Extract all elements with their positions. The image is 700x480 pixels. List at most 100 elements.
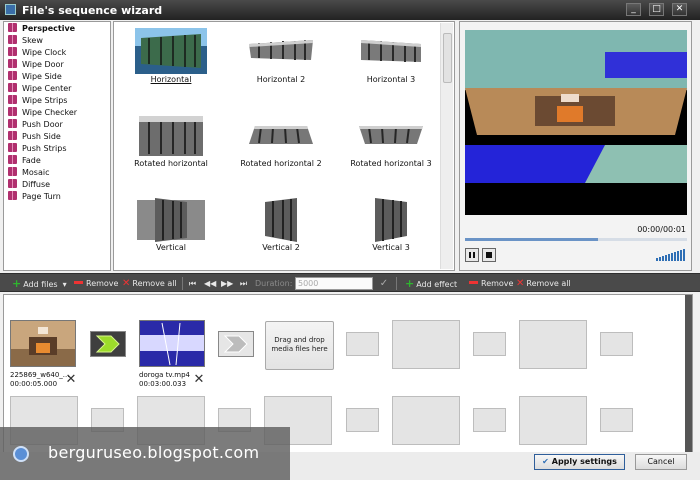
clip-duration: 00:03:00.033 — [139, 380, 187, 388]
plus-icon: + — [12, 277, 22, 290]
effect-item-wipe-strips[interactable]: Wipe Strips — [8, 95, 67, 107]
thumbnail-horizontal-2[interactable]: Horizontal 2 — [226, 22, 336, 102]
effect-icon — [8, 131, 17, 140]
toolbar-divider — [182, 277, 183, 290]
effect-item-page-turn[interactable]: Page Turn — [8, 191, 61, 203]
empty-transition-slot — [600, 332, 633, 356]
window-title: File's sequence wizard — [22, 4, 163, 17]
chevron-down-icon: ▾ — [62, 280, 67, 289]
effect-item-wipe-center[interactable]: Wipe Center — [8, 83, 71, 95]
checkmark-icon: ✔ — [542, 457, 549, 466]
effect-item-wipe-clock[interactable]: Wipe Clock — [8, 47, 66, 59]
stop-button[interactable] — [482, 248, 496, 262]
remove-file-button[interactable]: Remove — [74, 277, 118, 290]
thumbnail-vertical-3[interactable]: Vertical 3 — [336, 190, 446, 270]
empty-clip-slot — [519, 320, 587, 369]
effect-item-wipe-side[interactable]: Wipe Side — [8, 71, 62, 83]
thumbnail-rotated-horizontal-2[interactable]: Rotated horizontal 2 — [226, 106, 336, 186]
effect-icon — [8, 35, 17, 44]
effect-item-mosaic[interactable]: Mosaic — [8, 167, 50, 179]
clip-duration: 00:00:05.000 — [10, 380, 58, 388]
effect-icon — [8, 23, 17, 32]
storyboard-scrollbar[interactable] — [685, 295, 692, 453]
go-previous-button[interactable]: ◀◀ — [204, 277, 216, 290]
thumbnail-rotated-horizontal-3[interactable]: Rotated horizontal 3 — [336, 106, 446, 186]
thumbnail-image — [135, 28, 207, 74]
thumbnail-image — [137, 198, 205, 242]
watermark-text: berguruseo.blogspot.com — [48, 443, 260, 462]
empty-transition-slot — [473, 332, 506, 356]
remove-icon: ✕ — [516, 278, 525, 289]
effect-icon — [8, 59, 17, 68]
title-bar: File's sequence wizard _ □ ✕ — [0, 0, 700, 20]
empty-transition-slot — [600, 408, 633, 432]
thumbnail-scrollbar[interactable] — [440, 23, 453, 269]
clip-thumbnail[interactable] — [139, 320, 205, 367]
go-next-button[interactable]: ▶▶ — [221, 277, 233, 290]
add-files-button[interactable]: + Add files ▾ — [12, 277, 67, 290]
volume-icon[interactable] — [656, 249, 686, 261]
remove-all-effects-button[interactable]: ✕ Remove all — [516, 277, 571, 290]
arrow-right-icon — [95, 335, 120, 353]
thumbnail-horizontal-3[interactable]: Horizontal 3 — [336, 22, 446, 102]
scrollbar-thumb[interactable] — [443, 33, 452, 83]
effect-icon — [8, 107, 17, 116]
empty-transition-slot — [346, 332, 379, 356]
close-window-button[interactable]: ✕ — [672, 3, 687, 16]
remove-all-files-button[interactable]: ✕ Remove all — [122, 277, 177, 290]
effect-item-push-side[interactable]: Push Side — [8, 131, 61, 143]
drop-zone[interactable]: Drag and drop media files here — [265, 321, 334, 370]
clip-name: 225869_w640_... — [10, 371, 70, 379]
thumbnail-image — [139, 116, 203, 156]
preview-progress-fill — [465, 238, 599, 241]
duration-input[interactable]: 5000 — [295, 277, 373, 290]
preview-time: 00:00/00:01 — [637, 225, 686, 234]
effect-icon — [8, 179, 17, 188]
effect-item-push-strips[interactable]: Push Strips — [8, 143, 67, 155]
effect-item-wipe-door[interactable]: Wipe Door — [8, 59, 64, 71]
pause-icon — [469, 252, 475, 258]
minus-icon — [469, 281, 478, 284]
transition-slot[interactable] — [218, 331, 254, 357]
thumbnail-image — [359, 126, 423, 144]
thumbnail-vertical[interactable]: Vertical — [116, 190, 226, 270]
preview-progress-bar[interactable] — [465, 238, 687, 241]
empty-clip-slot — [519, 396, 587, 445]
thumbnail-rotated-horizontal[interactable]: Rotated horizontal — [116, 106, 226, 186]
effect-category-list[interactable]: Perspective Skew Wipe Clock Wipe Door Wi… — [3, 21, 111, 271]
arrow-right-icon — [223, 335, 248, 353]
thumbnail-image — [249, 40, 313, 60]
thumbnail-image — [249, 126, 313, 144]
thumbnail-vertical-2[interactable]: Vertical 2 — [226, 190, 336, 270]
cancel-button[interactable]: Cancel — [635, 454, 687, 470]
add-effect-button[interactable]: + Add effect — [405, 277, 457, 290]
effect-item-push-door[interactable]: Push Door — [8, 119, 63, 131]
effect-icon — [8, 83, 17, 92]
effect-icon — [8, 143, 17, 152]
empty-transition-slot — [346, 408, 379, 432]
go-first-button[interactable]: ⏮ — [187, 277, 198, 290]
effect-item-skew[interactable]: Skew — [8, 35, 43, 47]
minus-icon — [74, 281, 83, 284]
effect-thumbnail-grid: Horizontal Horizontal 2 Horizontal 3 Rot… — [113, 21, 455, 271]
timeline-toolbar: + Add files ▾ Remove ✕ Remove all ⏮ ◀◀ ▶▶ ⏭… — [0, 273, 700, 292]
apply-duration-button[interactable]: ✓ — [377, 277, 391, 290]
effect-item-perspective[interactable]: Perspective — [8, 23, 75, 35]
clip-thumbnail[interactable] — [10, 320, 76, 367]
remove-effect-button[interactable]: Remove — [469, 277, 513, 290]
thumbnail-horizontal[interactable]: Horizontal — [116, 22, 226, 102]
minimize-button[interactable]: _ — [626, 3, 641, 16]
app-icon — [5, 4, 16, 15]
transition-slot-active[interactable] — [90, 331, 126, 357]
effect-item-wipe-checker[interactable]: Wipe Checker — [8, 107, 77, 119]
pause-button[interactable] — [465, 248, 479, 262]
remove-clip-icon[interactable]: ✕ — [193, 373, 205, 386]
effect-item-diffuse[interactable]: Diffuse — [8, 179, 50, 191]
remove-clip-icon[interactable]: ✕ — [65, 373, 77, 386]
maximize-button[interactable]: □ — [649, 3, 664, 16]
apply-settings-button[interactable]: ✔ Apply settings — [534, 454, 625, 470]
effect-item-fade[interactable]: Fade — [8, 155, 41, 167]
go-last-button[interactable]: ⏭ — [238, 277, 249, 290]
plus-icon: + — [405, 277, 415, 290]
empty-clip-slot — [392, 320, 460, 369]
